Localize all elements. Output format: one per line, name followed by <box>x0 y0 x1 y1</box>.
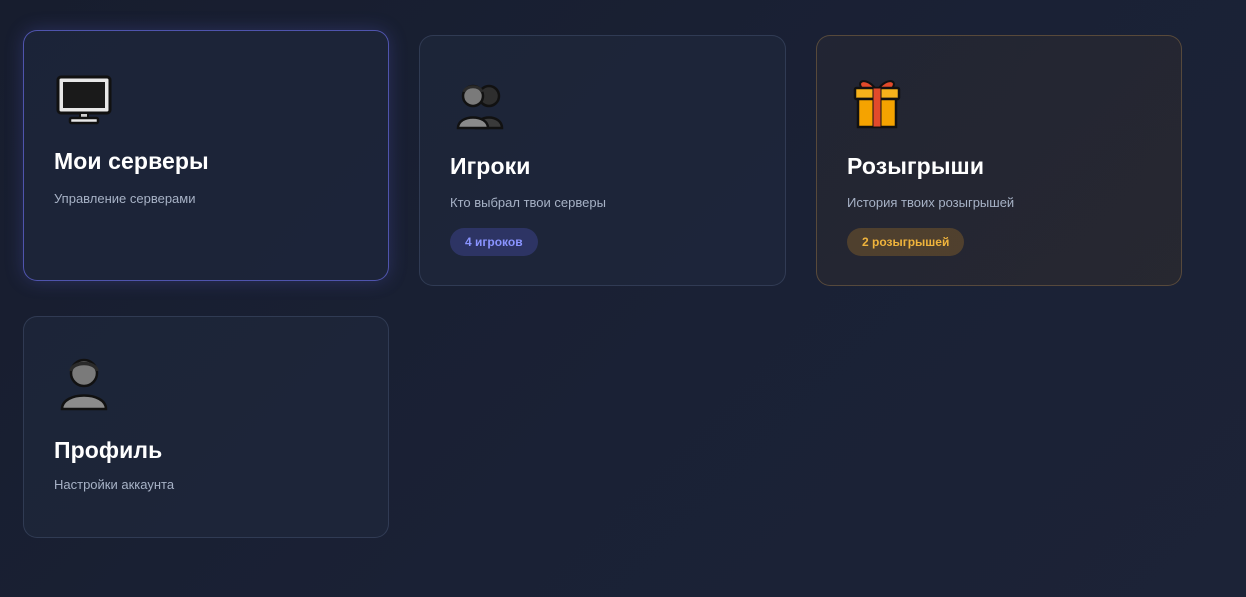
giveaways-count-badge: 2 розыгрышей <box>847 228 965 256</box>
players-icon <box>450 76 506 132</box>
card-title: Розыгрыши <box>847 153 985 179</box>
card-subtitle: Кто выбрал твои серверы <box>450 195 606 210</box>
monitor-icon <box>54 71 112 127</box>
players-count-badge: 4 игроков <box>450 228 538 256</box>
card-profile[interactable]: Профиль Настройки аккаунта <box>23 316 389 538</box>
card-title: Игроки <box>450 153 531 179</box>
gift-icon <box>847 74 903 130</box>
card-title: Мои серверы <box>54 148 209 174</box>
user-icon <box>54 353 110 411</box>
card-players[interactable]: Игроки Кто выбрал твои серверы 4 игроков <box>419 35 786 286</box>
card-my-servers[interactable]: Мои серверы Управление серверами <box>23 30 389 281</box>
card-title: Профиль <box>54 437 163 463</box>
card-subtitle: История твоих розыгрышей <box>847 195 1015 210</box>
card-subtitle: Управление серверами <box>54 191 196 206</box>
card-subtitle: Настройки аккаунта <box>54 477 175 492</box>
card-giveaways[interactable]: Розыгрыши История твоих розыгрышей 2 роз… <box>816 35 1182 286</box>
